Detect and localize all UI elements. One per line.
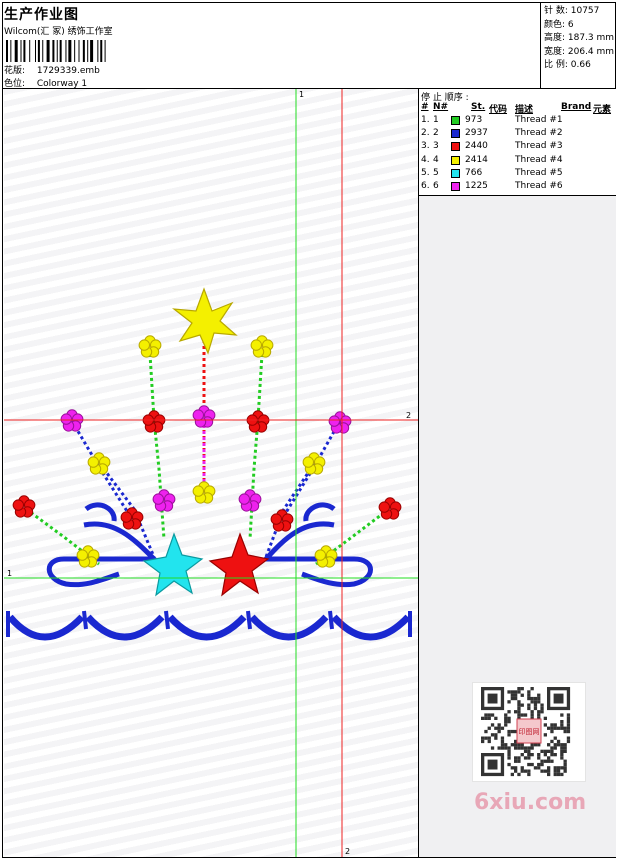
qr-pattern: 印图网 [481,687,571,777]
blue-swirls [46,502,373,588]
row-stitches: 2414 [465,154,488,165]
col-brand: Brand [561,102,592,112]
design-stats: 针 数: 10757 颜色: 6 高度: 187.3 mm 宽度: 206.4 … [540,3,616,88]
design-width: 宽度: 206.4 mm [544,46,615,57]
guide-h1-label: 1 [7,569,12,578]
design-file-row: 花版: 1729339.emb [4,63,100,76]
row-description: Thread #5 [515,167,563,178]
col-code: 代码 [489,105,508,115]
thread-color-swatch [451,116,460,125]
scallop-border [6,610,412,641]
row-needle: 1 [433,115,439,125]
design-file-value: 1729339.emb [36,66,100,76]
yellow-star-flower [172,287,238,355]
barcode [6,40,106,62]
design-scale: 比 例: 0.66 [544,60,591,70]
green-stems [25,353,390,566]
col-n: N# [433,102,449,112]
table-row: 2. 2 2937 Thread #2 [421,128,616,141]
header-info: 生产作业图 Wilcom(汇 冢) 绣饰工作室 花版: 1729339.emb … [4,4,540,89]
col-stitches: St. [471,102,486,112]
thread-color-swatch [451,129,460,139]
row-needle: 6 [433,181,439,191]
row-needle: 4 [433,154,439,165]
row-description: Thread #3 [515,141,563,152]
thread-color-swatch [451,142,460,152]
seal-text: 印图网 [519,728,540,736]
qr-code: 印图网 [472,682,586,782]
row-stitches: 766 [465,167,483,178]
guide-v2-label: 2 [345,847,350,856]
table-row: 4. 4 2414 Thread #4 [421,155,616,168]
col-element: 元素 [593,105,612,115]
design-file-label: 花版: [4,66,26,76]
col-num: # [421,102,429,112]
design-canvas: 1 2 1 2 [4,89,418,857]
row-index: 6. [421,181,430,191]
row-stitches: 1225 [465,181,488,191]
row-description: Thread #4 [515,154,563,165]
guide-lines [4,89,418,857]
page-title: 生产作业图 [4,7,79,23]
row-index: 3. [421,141,430,152]
row-needle: 2 [433,128,439,139]
thread-color-swatch [451,168,460,178]
row-description: Thread #1 [515,115,563,125]
row-description: Thread #2 [515,128,563,139]
stop-sequence-table: 停 止 顺序 : # N# St. 代码 描述 Brand 元素 1. 1 973 T… [419,89,616,196]
row-needle: 5 [433,167,439,178]
table-row: 5. 5 766 Thread #5 [421,168,616,181]
row-index: 5. [421,167,430,178]
row-index: 2. [421,128,430,139]
row-needle: 3 [433,141,439,152]
row-index: 4. [421,154,430,165]
color-count: 颜色: 6 [544,19,574,30]
table-row: 3. 3 2440 Thread #3 [421,141,616,154]
row-description: Thread #6 [515,181,563,191]
thread-color-swatch [451,182,460,191]
thread-color-swatch [451,155,460,165]
row-stitches: 2440 [465,141,488,152]
stitch-count: 针 数: 10757 [544,6,600,16]
cyan-lily [142,532,204,597]
row-stitches: 2937 [465,128,488,139]
row-stitches: 973 [465,115,483,125]
row-index: 1. [421,115,430,125]
embroidery-preview: 1 2 1 2 [4,89,418,857]
table-row: 1. 1 973 Thread #1 [421,115,616,128]
table-row: 6. 6 1225 Thread #6 [421,181,616,194]
design-height: 高度: 187.3 mm [544,33,615,43]
guide-v1-label: 1 [299,90,304,99]
software-subtitle: Wilcom(汇 冢) 绣饰工作室 [4,27,113,37]
guide-h2-label: 2 [406,411,411,420]
col-description: 描述 [515,105,534,115]
watermark-text: 6xiu.com [474,790,587,815]
red-lily [208,532,270,597]
